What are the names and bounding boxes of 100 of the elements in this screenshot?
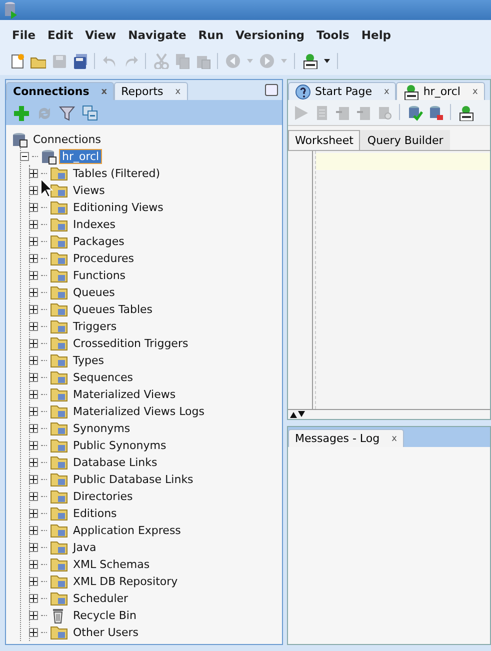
menu-item[interactable]: Help	[355, 26, 398, 44]
menu-item[interactable]: Edit	[42, 26, 80, 44]
editor-tab[interactable]: Worksheet	[288, 130, 360, 150]
tree-item[interactable]: Application Express	[71, 524, 183, 537]
close-button[interactable]: x	[101, 86, 108, 96]
panel-tab[interactable]: Start Page x	[288, 82, 396, 100]
minimize-button[interactable]	[265, 84, 278, 96]
tree-item[interactable]: Java	[71, 541, 98, 554]
expand-toggle[interactable]	[29, 560, 38, 569]
tree-item[interactable]: Packages	[71, 235, 126, 248]
expand-toggle[interactable]	[29, 526, 38, 535]
expand-toggle[interactable]	[29, 390, 38, 399]
caret-icon	[280, 58, 286, 62]
collapse-toggle[interactable]	[20, 152, 29, 161]
expand-toggle[interactable]	[29, 220, 38, 229]
panel-tab[interactable]: Connections x	[6, 82, 114, 100]
expand-toggle[interactable]	[29, 594, 38, 603]
tree-item[interactable]: Synonyms	[71, 422, 132, 435]
sql-worksheet-icon	[302, 52, 318, 68]
tree-item[interactable]: Materialized Views Logs	[71, 405, 206, 418]
toolbar-button[interactable]	[457, 104, 474, 121]
panel-tab[interactable]: Messages - Log x	[288, 429, 404, 447]
expand-toggle[interactable]	[29, 339, 38, 348]
database-icon	[41, 148, 57, 164]
expand-toggle[interactable]	[29, 543, 38, 552]
tree-item[interactable]: hr_orcl	[60, 150, 102, 163]
tree-item[interactable]: Tables (Filtered)	[71, 167, 162, 180]
expand-toggle[interactable]	[29, 492, 38, 501]
panel-tab[interactable]: hr_orcl x	[396, 82, 485, 100]
expand-toggle[interactable]	[29, 509, 38, 518]
tree-item[interactable]: Database Links	[71, 456, 160, 469]
tree-item[interactable]: Functions	[71, 269, 128, 282]
tree-item[interactable]: Directories	[71, 490, 135, 503]
editor-tab[interactable]: Query Builder	[360, 130, 450, 150]
tree-item[interactable]: Materialized Views	[71, 388, 178, 401]
menu-item[interactable]: File	[6, 26, 42, 44]
tree-item[interactable]: Connections	[31, 133, 103, 146]
expand-toggle[interactable]	[29, 407, 38, 416]
tree-item[interactable]: Queues Tables	[71, 303, 155, 316]
tree-item[interactable]: Queues	[71, 286, 117, 299]
expand-toggle[interactable]	[29, 356, 38, 365]
expand-toggle[interactable]	[29, 628, 38, 637]
plus-icon	[30, 255, 37, 262]
expand-toggle[interactable]	[29, 322, 38, 331]
expand-toggle[interactable]	[29, 475, 38, 484]
tree-item[interactable]: Indexes	[71, 218, 118, 231]
tree-item[interactable]: Editioning Views	[71, 201, 166, 214]
close-button[interactable]: x	[472, 86, 478, 96]
expand-toggle[interactable]	[29, 271, 38, 280]
menu-item[interactable]: Run	[192, 26, 230, 44]
tree-item[interactable]: Procedures	[71, 252, 136, 265]
tree-item[interactable]: Public Synonyms	[71, 439, 168, 452]
menu-item[interactable]: View	[79, 26, 122, 44]
menu-item[interactable]: Tools	[310, 26, 356, 44]
plus-icon	[30, 357, 37, 364]
tree-item[interactable]: Triggers	[71, 320, 119, 333]
expand-toggle[interactable]	[29, 237, 38, 246]
expand-toggle[interactable]	[29, 288, 38, 297]
close-button[interactable]: x	[175, 86, 181, 96]
split-arrows-icon[interactable]	[290, 411, 306, 418]
close-button[interactable]: x	[384, 86, 390, 96]
folder-icon	[50, 523, 68, 538]
plus-icon	[30, 510, 37, 517]
tree-item[interactable]: Recycle Bin	[71, 609, 138, 622]
tree-item[interactable]: Sequences	[71, 371, 135, 384]
tree-item[interactable]: Views	[71, 184, 107, 197]
tree-item[interactable]: Public Database Links	[71, 473, 196, 486]
plus-icon	[30, 612, 37, 619]
expand-toggle[interactable]	[29, 305, 38, 314]
expand-toggle[interactable]	[29, 169, 38, 178]
tree-item[interactable]: Editions	[71, 507, 119, 520]
plus-icon	[30, 408, 37, 415]
tree-item[interactable]: Scheduler	[71, 592, 130, 605]
expand-toggle[interactable]	[29, 186, 38, 195]
document-search-icon	[376, 104, 392, 120]
toolbar-button[interactable]	[71, 52, 88, 69]
close-button[interactable]: x	[392, 434, 397, 444]
tree-item[interactable]: XML Schemas	[71, 558, 152, 571]
expand-toggle[interactable]	[29, 254, 38, 263]
save-all-icon	[72, 52, 88, 68]
menu-item[interactable]: Versioning	[230, 26, 310, 44]
tree-item[interactable]: Types	[71, 354, 106, 367]
panel-tab[interactable]: Reports x	[114, 82, 188, 100]
expand-toggle[interactable]	[29, 441, 38, 450]
menu-item[interactable]: Navigate	[122, 26, 192, 44]
plus-icon	[30, 544, 37, 551]
plus-icon	[30, 187, 37, 194]
expand-toggle[interactable]	[29, 424, 38, 433]
tree-item[interactable]: Crossedition Triggers	[71, 337, 190, 350]
expand-toggle[interactable]	[29, 373, 38, 382]
toolbar-button[interactable]	[301, 52, 318, 69]
expand-toggle[interactable]	[29, 458, 38, 467]
expand-toggle[interactable]	[29, 611, 38, 620]
plus-icon	[30, 629, 37, 636]
folder-icon	[50, 336, 68, 351]
tree-item[interactable]: Other Users	[71, 626, 141, 639]
database-icon	[12, 132, 28, 148]
expand-toggle[interactable]	[29, 203, 38, 212]
expand-toggle[interactable]	[29, 577, 38, 586]
tree-item[interactable]: XML DB Repository	[71, 575, 180, 588]
